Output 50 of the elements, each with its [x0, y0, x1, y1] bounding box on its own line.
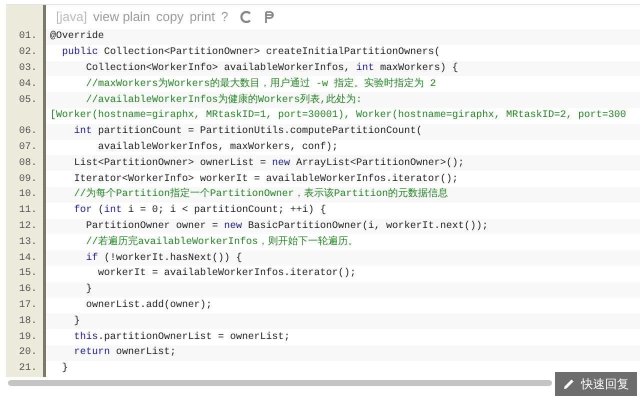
code-line: [Worker(hostname=giraphx, MRtaskID=1, port=30001), Worker(hostname=giraphx, MRtaskID=2, port=300 — [50, 108, 626, 124]
line-number: 07. — [18, 140, 37, 155]
line-number: 08. — [18, 156, 37, 171]
code-line: } — [61, 362, 68, 376]
line-number: 05. — [18, 94, 37, 108]
code-line: Iterator<WorkerInfo> workerIt = availableWorkerInfos.iterator(); — [73, 172, 458, 187]
code-line: //为每个Partition指定一个PartitionOwner，表示该Partition的元数据信息 — [73, 187, 448, 202]
line-number: 15. — [18, 267, 37, 282]
line-number: 10. — [18, 188, 37, 202]
line-number: 13. — [18, 236, 37, 250]
line-number: 03. — [18, 62, 37, 76]
line-number: 11. — [18, 204, 37, 218]
code-line: this.partitionOwnerList = ownerList; — [73, 330, 290, 345]
code-line: PartitionOwner owner = new BasicPartitionOwner(i, workerIt.next()); — [85, 220, 488, 234]
line-number: 06. — [18, 125, 37, 140]
code-line: } — [85, 282, 92, 298]
toolbar-link[interactable]: ? — [220, 7, 228, 27]
line-number: 12. — [18, 220, 37, 234]
code-line: for (int i = 0; i < partitionCount; ++i) { — [73, 204, 326, 218]
code-line: Collection<WorkerInfo> availableWorkerInfos, int maxWorkers) { — [85, 62, 458, 76]
code-line: ownerList.add(owner); — [85, 298, 212, 313]
line-number: 01. — [18, 30, 37, 44]
quick-reply-button[interactable]: 快速回复 — [555, 372, 637, 396]
code-line: int partitionCount = PartitionUtils.computePartitionCount( — [73, 124, 422, 140]
code-line: availableWorkerInfos, maxWorkers, conf); — [97, 140, 338, 155]
code-line: public Collection<PartitionOwner> createInitialPartitionOwners( — [61, 46, 440, 60]
code-line: } — [73, 314, 80, 329]
line-number: 04. — [18, 78, 37, 92]
code-line: return ownerList; — [73, 346, 176, 360]
line-number: 18. — [18, 314, 37, 329]
line-number: 14. — [18, 252, 37, 266]
code-line: @Override — [50, 30, 104, 44]
code-line: if (!workerIt.hasNext()) { — [85, 252, 242, 266]
code-line: //maxWorkers为Workers的最大数目，用户通过 -w 指定。实验时指定为 2 — [85, 76, 436, 92]
code-line: workerIt = availableWorkerInfos.iterator(); — [97, 266, 356, 282]
line-number: 02. — [18, 46, 37, 60]
line-number: 20. — [18, 346, 37, 360]
language-label: [java] — [56, 8, 88, 26]
code-line: //若遍历完availableWorkerInfos，则开始下一轮遍历。 — [85, 234, 358, 250]
code-line: //availableWorkerInfos为健康的Workers列表,此处为: — [85, 92, 362, 108]
toolbar-link[interactable]: print — [190, 7, 215, 27]
line-number: 16. — [18, 283, 37, 298]
horizontal-scrollbar[interactable] — [8, 380, 552, 386]
line-number: 09. — [18, 172, 37, 187]
code-line: List<PartitionOwner> ownerList = new ArrayList<PartitionOwner>(); — [73, 156, 464, 171]
line-number: 19. — [18, 330, 37, 345]
toolbar-link[interactable]: copy — [156, 7, 184, 27]
line-number: 21. — [18, 362, 37, 376]
toolbar-link[interactable]: view plain — [93, 7, 150, 27]
line-number: 17. — [18, 298, 37, 313]
